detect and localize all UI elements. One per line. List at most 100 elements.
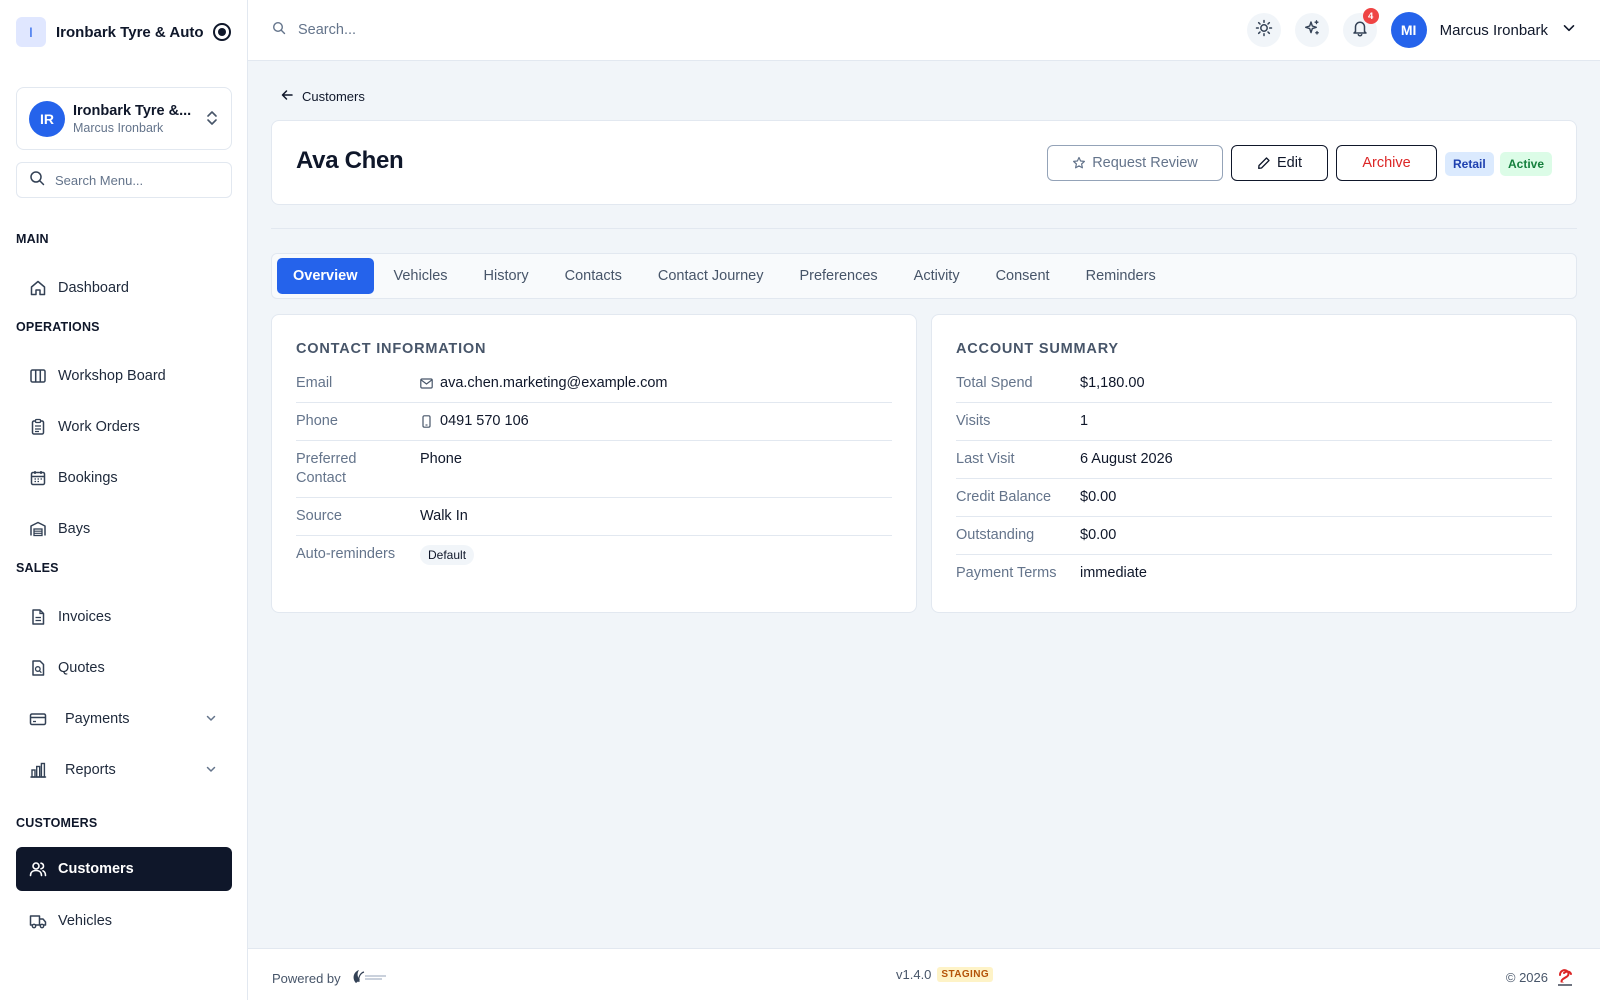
- warehouse-icon: [28, 519, 48, 539]
- info-row-phone: Phone 0491 570 106: [296, 403, 892, 441]
- row-label: Visits: [956, 413, 991, 429]
- menu-search: [16, 162, 232, 198]
- footer: Powered by v1.4.0 STAGING © 2026: [248, 948, 1600, 1000]
- sidebar-item-label: Payments: [65, 711, 130, 727]
- bar-chart-icon: [28, 760, 48, 780]
- sun-icon: [1255, 19, 1273, 42]
- tab-vehicles[interactable]: Vehicles: [378, 258, 464, 294]
- nav-section-sales: SALES: [16, 561, 59, 575]
- copyright-label: © 2026: [1505, 970, 1548, 985]
- tab-history[interactable]: History: [468, 258, 545, 294]
- archive-label: Archive: [1362, 155, 1411, 171]
- row-label: Outstanding: [956, 527, 1035, 543]
- sidebar-item-reports[interactable]: Reports: [16, 748, 232, 792]
- panel-title: ACCOUNT SUMMARY: [956, 341, 1119, 357]
- menu-search-input[interactable]: [55, 172, 215, 188]
- copyright: © 2026: [1506, 966, 1576, 989]
- org-name: Ironbark Tyre &...: [73, 102, 192, 119]
- tab-consent[interactable]: Consent: [980, 258, 1066, 294]
- environment-badge: STAGING: [937, 967, 994, 982]
- nav-section-operations: OPERATIONS: [16, 320, 100, 334]
- vendor-logo-icon[interactable]: [350, 967, 388, 990]
- sidebar-item-label: Work Orders: [58, 419, 140, 435]
- last-visit-value: 6 August 2026: [1080, 451, 1173, 467]
- info-row-source: Source Walk In: [296, 498, 892, 536]
- page-title: Ava Chen: [296, 147, 404, 174]
- search-icon: [272, 21, 286, 40]
- tab-contacts[interactable]: Contacts: [549, 258, 638, 294]
- outstanding-value: $0.00: [1080, 527, 1117, 543]
- theme-toggle-button[interactable]: [1246, 13, 1281, 47]
- nav-section-customers: CUSTOMERS: [16, 816, 98, 830]
- sidebar-item-work-orders[interactable]: Work Orders: [16, 405, 232, 449]
- topbar: 4 MI Marcus Ironbark: [248, 0, 1600, 61]
- powered-by: Powered by: [272, 967, 388, 990]
- tab-overview[interactable]: Overview: [277, 258, 374, 294]
- user-menu-name[interactable]: Marcus Ironbark: [1440, 22, 1548, 39]
- row-label: Credit Balance: [956, 489, 1052, 505]
- org-avatar: IR: [29, 100, 65, 137]
- status-badge: Active: [1500, 152, 1553, 176]
- nav-section-main: MAIN: [16, 232, 49, 246]
- request-review-button[interactable]: Request Review: [1047, 145, 1223, 181]
- sidebar-item-label: Invoices: [58, 609, 112, 625]
- global-search-input[interactable]: [298, 22, 598, 38]
- summary-row-total-spend: Total Spend $1,180.00: [956, 365, 1552, 403]
- preferred-contact-value: Phone: [420, 451, 462, 467]
- brand-logo: I: [16, 17, 46, 47]
- sidebar-item-label: Bays: [58, 521, 91, 537]
- account-summary-panel: ACCOUNT SUMMARY Total Spend $1,180.00 Vi…: [931, 314, 1577, 613]
- phone-icon: [422, 415, 431, 428]
- sidebar: I Ironbark Tyre & Auto IR Ironbark Tyre …: [0, 0, 248, 1000]
- edit-label: Edit: [1277, 155, 1302, 171]
- file-search-icon: [28, 658, 48, 678]
- org-switcher[interactable]: IR Ironbark Tyre &... Marcus Ironbark: [16, 87, 232, 150]
- sidebar-item-bays[interactable]: Bays: [16, 507, 232, 551]
- info-row-email: Email ava.chen.marketing@example.com: [296, 365, 892, 403]
- edit-button[interactable]: Edit: [1231, 145, 1328, 181]
- sparkles-icon: [1303, 19, 1321, 42]
- tab-preferences[interactable]: Preferences: [783, 258, 893, 294]
- divider: [271, 228, 1577, 229]
- truck-icon: [28, 911, 48, 931]
- sidebar-item-label: Dashboard: [58, 280, 129, 296]
- row-label: Email: [296, 375, 333, 391]
- sidebar-toggle-icon[interactable]: [213, 23, 231, 41]
- back-to-customers-link[interactable]: Customers: [280, 88, 365, 105]
- request-review-label: Request Review: [1092, 155, 1198, 171]
- total-spend-value: $1,180.00: [1080, 375, 1145, 391]
- global-search: [272, 21, 598, 40]
- chevron-down-icon[interactable]: [204, 762, 218, 780]
- info-row-preferred-contact: Preferred Contact Phone: [296, 441, 892, 498]
- tab-reminders[interactable]: Reminders: [1070, 258, 1172, 294]
- sidebar-item-quotes[interactable]: Quotes: [16, 646, 232, 690]
- sidebar-item-dashboard[interactable]: Dashboard: [16, 266, 232, 310]
- customer-type-badge: Retail: [1445, 152, 1494, 176]
- breadcrumb-label: Customers: [302, 89, 365, 104]
- chevron-down-icon[interactable]: [204, 711, 218, 729]
- sidebar-item-workshop-board[interactable]: Workshop Board: [16, 354, 232, 398]
- notifications-button[interactable]: 4: [1342, 8, 1379, 47]
- tab-activity[interactable]: Activity: [898, 258, 976, 294]
- star-icon: [1073, 156, 1086, 169]
- user-avatar[interactable]: MI: [1390, 12, 1427, 48]
- sidebar-item-bookings[interactable]: Bookings: [16, 456, 232, 500]
- sidebar-item-vehicles[interactable]: Vehicles: [16, 899, 232, 943]
- archive-button[interactable]: Archive: [1336, 145, 1437, 181]
- columns-icon: [28, 366, 48, 386]
- sidebar-item-invoices[interactable]: Invoices: [16, 595, 232, 639]
- company-logo-icon: [1554, 966, 1576, 989]
- brand-name: Ironbark Tyre & Auto: [56, 23, 204, 41]
- sidebar-item-payments[interactable]: Payments: [16, 697, 232, 741]
- ai-assistant-button[interactable]: [1294, 13, 1329, 47]
- chevron-down-icon[interactable]: [1562, 21, 1576, 40]
- summary-row-payment-terms: Payment Terms immediate: [956, 555, 1552, 592]
- email-value[interactable]: ava.chen.marketing@example.com: [440, 374, 668, 393]
- file-text-icon: [28, 607, 48, 627]
- sidebar-item-customers[interactable]: Customers: [16, 847, 232, 891]
- sidebar-nav: MAIN Dashboard OPERATIONS Workshop Board…: [0, 232, 248, 943]
- tab-contact-journey[interactable]: Contact Journey: [642, 258, 780, 294]
- arrow-left-icon: [280, 88, 294, 105]
- pencil-icon: [1258, 157, 1270, 169]
- phone-value[interactable]: 0491 570 106: [440, 412, 529, 431]
